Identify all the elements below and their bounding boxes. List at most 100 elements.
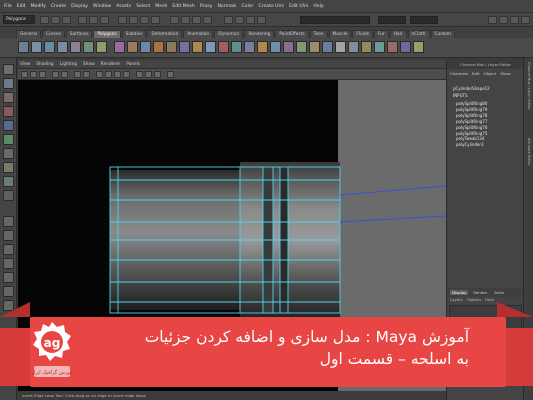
smooth-shade-icon[interactable] [105,71,112,78]
shelf-tab-ncloth[interactable]: nCloth [407,30,430,38]
resolution-gate-icon[interactable] [83,71,90,78]
render-settings-icon[interactable] [257,16,266,24]
select-tool-icon[interactable] [3,64,14,75]
quick-select-field[interactable] [300,16,370,24]
image-plane-icon[interactable] [52,71,59,78]
universal-manipulator-icon[interactable] [3,148,14,159]
offset-edge-loop-icon[interactable] [270,41,281,53]
snap-plane-icon[interactable] [203,16,212,24]
channel-box-menu-edit[interactable]: Edit [472,71,480,79]
shape-node-name[interactable]: pCylinderShape12 [453,86,490,91]
merge-icon[interactable] [322,41,333,53]
lights-icon[interactable] [145,71,152,78]
input-node[interactable]: polySplitRing78 [456,113,487,119]
extract-icon[interactable] [140,41,151,53]
panel-menu-lighting[interactable]: Lighting [60,62,77,67]
boolean-difference-icon[interactable] [192,41,203,53]
menu-display[interactable]: Display [71,4,88,9]
grid-icon[interactable] [61,71,68,78]
shelf-tab-deformation[interactable]: Deformation [147,30,183,38]
bevel-icon[interactable] [309,41,320,53]
rotate-tool-icon[interactable] [3,120,14,131]
channel-box-menu-show[interactable]: Show [500,71,511,79]
panel-menu-panels[interactable]: Panels [126,62,140,67]
soft-modification-icon[interactable] [3,162,14,173]
history-icon[interactable] [224,16,233,24]
textured-icon[interactable] [136,71,143,78]
uv-editor-icon[interactable] [374,41,385,53]
poly-plane-icon[interactable] [70,41,81,53]
spherical-mapping-icon[interactable] [413,41,424,53]
save-scene-icon[interactable] [62,16,71,24]
menu-help[interactable]: Help [313,4,323,9]
layer-tab-render[interactable]: Render [471,290,489,295]
bookmark-icon[interactable] [39,71,46,78]
menu-create-uvs[interactable]: Create UVs [258,4,284,9]
append-polygon-icon[interactable] [231,41,242,53]
menu-create[interactable]: Create [51,4,66,9]
menu-proxy[interactable]: Proxy [200,4,213,9]
new-scene-icon[interactable] [40,16,49,24]
perspective-outliner-layout-icon[interactable] [3,244,14,255]
boolean-union-icon[interactable] [179,41,190,53]
shelf-tab-custom[interactable]: Custom [430,30,455,38]
select-mask-icon[interactable] [118,16,127,24]
paint-select-tool-icon[interactable] [3,92,14,103]
layer-menu-help[interactable]: Help [485,297,494,304]
lasso-tool-icon[interactable] [3,78,14,89]
menu-mesh[interactable]: Mesh [155,4,167,9]
shelf-tab-subdivs[interactable]: Subdivs [121,30,147,38]
channel-box-menu-object[interactable]: Object [484,71,497,79]
poly-sphere-icon[interactable] [18,41,29,53]
shelf-tab-curves[interactable]: Curves [41,30,65,38]
extrude-icon[interactable] [283,41,294,53]
ipr-render-icon[interactable] [246,16,255,24]
menu-edit-uvs[interactable]: Edit UVs [289,4,308,9]
shelf-tab-general[interactable]: General [16,30,41,38]
menu-normals[interactable]: Normals [217,4,236,9]
shelf-tab-toon[interactable]: Toon [309,30,328,38]
last-tool-icon[interactable] [3,190,14,201]
open-scene-icon[interactable] [51,16,60,24]
poly-cube-icon[interactable] [31,41,42,53]
shelf-tab-animation[interactable]: Animation [183,30,214,38]
panel-menu-view[interactable]: View [20,62,30,67]
menu-set-dropdown[interactable]: Polygons [3,15,35,24]
select-component-icon[interactable] [100,16,109,24]
show-attribute-editor-icon[interactable] [499,16,508,24]
shelf-tab-surfaces[interactable]: Surfaces [65,30,93,38]
side-tab-channel-box[interactable]: Channel Box / Layer Editor [527,62,531,110]
shelf-tab-painteffects[interactable]: PaintEffects [275,30,309,38]
transform-field[interactable] [378,16,406,24]
hypershade-layout-icon[interactable] [3,272,14,283]
boolean-intersect-icon[interactable] [205,41,216,53]
planar-mapping-icon[interactable] [387,41,398,53]
shelf-tab-polygons[interactable]: Polygons [93,30,121,38]
shelf-tab-dynamics[interactable]: Dynamics [214,30,244,38]
side-tab-attribute-editor[interactable]: Attribute Editor [527,138,531,166]
single-perspective-layout-icon[interactable] [3,216,14,227]
menu-select[interactable]: Select [136,4,150,9]
shelf-tab-rendering[interactable]: Rendering [244,30,275,38]
show-manipulator-icon[interactable] [3,176,14,187]
layer-menu-layers[interactable]: Layers [450,297,463,304]
perspective-graph-outliner-layout-icon[interactable] [3,286,14,297]
wedge-icon[interactable] [361,41,372,53]
smooth-icon[interactable] [153,41,164,53]
menu-window[interactable]: Window [93,4,111,9]
select-mask-icon[interactable] [151,16,160,24]
select-mask-icon[interactable] [129,16,138,24]
fill-hole-icon[interactable] [218,41,229,53]
menu-edit-mesh[interactable]: Edit Mesh [172,4,194,9]
transform-field[interactable] [410,16,438,24]
bridge-icon[interactable] [296,41,307,53]
input-node[interactable]: polySplitRing79 [456,107,487,113]
film-gate-icon[interactable] [74,71,81,78]
select-hierarchy-icon[interactable] [78,16,87,24]
input-node[interactable]: polySplitRing76 [456,125,487,131]
move-tool-icon[interactable] [3,106,14,117]
shelf-tab-hair[interactable]: Hair [389,30,407,38]
layer-menu-options[interactable]: Options [467,297,482,304]
menu-assets[interactable]: Assets [116,4,131,9]
combine-icon[interactable] [114,41,125,53]
